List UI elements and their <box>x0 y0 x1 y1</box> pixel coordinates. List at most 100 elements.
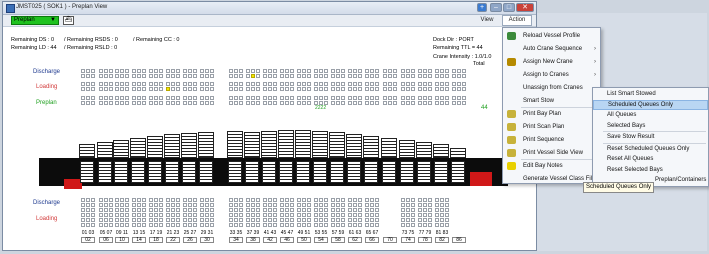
deck-slot[interactable] <box>353 82 357 86</box>
hold-slot[interactable] <box>239 203 243 207</box>
smart-stow-item[interactable]: Reset Selected Bays <box>593 165 708 175</box>
deck-slot[interactable] <box>428 74 432 78</box>
hold-slot[interactable] <box>115 208 119 212</box>
hold-slot[interactable] <box>109 213 113 217</box>
deck-slot[interactable] <box>428 69 432 73</box>
hold-slot[interactable] <box>171 198 175 202</box>
deck-slot[interactable] <box>86 87 90 91</box>
deck-slot[interactable] <box>229 87 233 91</box>
deck-slot[interactable] <box>109 101 113 105</box>
hold-slot[interactable] <box>81 218 85 222</box>
deck-slot[interactable] <box>440 96 444 100</box>
deck-slot[interactable] <box>176 87 180 91</box>
hold-slot[interactable] <box>246 208 250 212</box>
hold-slot[interactable] <box>176 223 180 227</box>
deck-slot[interactable] <box>324 96 328 100</box>
deck-slot[interactable] <box>251 101 255 105</box>
hold-slot[interactable] <box>307 198 311 202</box>
deck-slot[interactable] <box>285 69 289 73</box>
deck-slot[interactable] <box>86 69 90 73</box>
deck-slot[interactable] <box>239 69 243 73</box>
deck-slot[interactable] <box>353 87 357 91</box>
hold-slot[interactable] <box>125 213 129 217</box>
hold-slot[interactable] <box>137 223 141 227</box>
deck-slot[interactable] <box>99 74 103 78</box>
deck-slot[interactable] <box>193 96 197 100</box>
deck-slot[interactable] <box>365 96 369 100</box>
hold-slot[interactable] <box>120 208 124 212</box>
deck-slot[interactable] <box>428 101 432 105</box>
hold-slot[interactable] <box>375 213 379 217</box>
deck-slot[interactable] <box>307 74 311 78</box>
hold-slot[interactable] <box>418 208 422 212</box>
deck-slot[interactable] <box>99 96 103 100</box>
hold-slot[interactable] <box>319 213 323 217</box>
bay-number[interactable]: 46 <box>280 237 294 243</box>
deck-slot[interactable] <box>86 74 90 78</box>
deck-slot[interactable] <box>99 101 103 105</box>
deck-slot[interactable] <box>91 82 95 86</box>
deck-slot[interactable] <box>314 87 318 91</box>
deck-slot[interactable] <box>99 87 103 91</box>
deck-slot[interactable] <box>91 74 95 78</box>
deck-slot[interactable] <box>324 74 328 78</box>
deck-slot[interactable] <box>132 87 136 91</box>
deck-slot[interactable] <box>188 69 192 73</box>
hold-slot[interactable] <box>256 218 260 222</box>
deck-slot[interactable] <box>246 69 250 73</box>
deck-slot[interactable] <box>166 87 170 91</box>
hold-slot[interactable] <box>86 213 90 217</box>
deck-slot[interactable] <box>411 101 415 105</box>
hold-slot[interactable] <box>370 203 374 207</box>
hold-slot[interactable] <box>91 208 95 212</box>
hold-slot[interactable] <box>353 208 357 212</box>
hold-slot[interactable] <box>336 213 340 217</box>
deck-slot[interactable] <box>205 96 209 100</box>
hold-slot[interactable] <box>246 203 250 207</box>
deck-slot[interactable] <box>109 87 113 91</box>
hold-slot[interactable] <box>280 223 284 227</box>
deck-slot[interactable] <box>393 87 397 91</box>
hold-slot[interactable] <box>263 213 267 217</box>
hold-slot[interactable] <box>268 223 272 227</box>
hold-slot[interactable] <box>149 218 153 222</box>
hold-slot[interactable] <box>280 213 284 217</box>
bay-number[interactable]: 22 <box>166 237 180 243</box>
hold-slot[interactable] <box>435 218 439 222</box>
deck-slot[interactable] <box>418 96 422 100</box>
hold-slot[interactable] <box>200 213 204 217</box>
bay-number[interactable]: 62 <box>348 237 362 243</box>
deck-slot[interactable] <box>302 96 306 100</box>
hold-slot[interactable] <box>137 208 141 212</box>
hold-slot[interactable] <box>273 198 277 202</box>
hold-slot[interactable] <box>137 198 141 202</box>
hold-slot[interactable] <box>251 218 255 222</box>
deck-slot[interactable] <box>445 69 449 73</box>
deck-slot[interactable] <box>120 87 124 91</box>
hold-slot[interactable] <box>200 198 204 202</box>
deck-slot[interactable] <box>375 82 379 86</box>
deck-slot[interactable] <box>375 96 379 100</box>
hold-slot[interactable] <box>348 198 352 202</box>
deck-slot[interactable] <box>411 87 415 91</box>
hold-slot[interactable] <box>297 223 301 227</box>
hold-slot[interactable] <box>183 223 187 227</box>
hold-slot[interactable] <box>302 203 306 207</box>
action-menu-item[interactable]: Print Scan Plan <box>503 121 600 133</box>
deck-slot[interactable] <box>125 69 129 73</box>
hold-slot[interactable] <box>159 223 163 227</box>
deck-slot[interactable] <box>234 82 238 86</box>
hold-slot[interactable] <box>406 198 410 202</box>
bay-number[interactable]: 66 <box>365 237 379 243</box>
hold-slot[interactable] <box>137 213 141 217</box>
hold-slot[interactable] <box>348 213 352 217</box>
hold-slot[interactable] <box>285 213 289 217</box>
deck-slot[interactable] <box>268 101 272 105</box>
hold-slot[interactable] <box>375 198 379 202</box>
deck-slot[interactable] <box>104 101 108 105</box>
hold-slot[interactable] <box>176 218 180 222</box>
hold-slot[interactable] <box>319 198 323 202</box>
deck-slot[interactable] <box>341 82 345 86</box>
deck-slot[interactable] <box>188 74 192 78</box>
deck-slot[interactable] <box>234 74 238 78</box>
